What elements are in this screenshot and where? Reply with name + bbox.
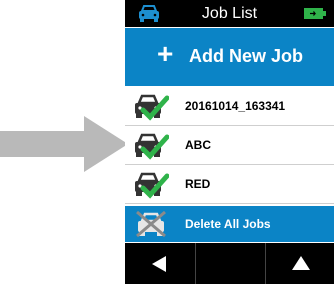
job-row[interactable]: 20161014_163341 — [125, 87, 334, 126]
device-screen: Job List + Add New Job 20161014_163341 A… — [125, 0, 334, 284]
job-name: 20161014_163341 — [185, 99, 286, 113]
job-row[interactable]: ABC — [125, 126, 334, 165]
add-new-job-label: Add New Job — [189, 46, 304, 66]
car-check-icon — [135, 94, 169, 121]
car-delete-icon — [136, 210, 166, 238]
back-button[interactable] — [125, 243, 194, 284]
job-name: ABC — [185, 138, 211, 152]
job-row[interactable]: RED — [125, 165, 334, 204]
delete-all-jobs-button[interactable]: Delete All Jobs — [125, 206, 334, 242]
add-new-job-button[interactable]: + Add New Job — [125, 28, 334, 86]
up-button[interactable] — [265, 243, 334, 284]
navigation-bar — [125, 243, 334, 284]
delete-all-jobs-label: Delete All Jobs — [185, 217, 271, 231]
page-title: Job List — [201, 5, 258, 22]
title-bar: Job List — [125, 0, 334, 27]
up-arrow-icon — [292, 256, 310, 270]
pointer-arrow-icon — [0, 116, 128, 172]
left-arrow-icon — [152, 256, 166, 272]
job-name: RED — [185, 177, 211, 191]
car-check-icon — [135, 172, 169, 199]
blank-softkey[interactable] — [195, 243, 266, 284]
battery-icon — [304, 8, 326, 19]
plus-icon: + — [157, 38, 174, 69]
car-check-icon — [135, 133, 169, 160]
